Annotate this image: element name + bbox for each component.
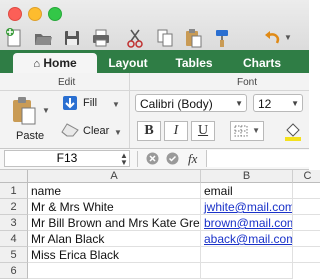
font-group-label: Font bbox=[237, 77, 258, 88]
row-header[interactable]: 4 bbox=[0, 231, 28, 247]
cell-a2[interactable]: Mr & Mrs White bbox=[28, 199, 201, 215]
name-box-stepper-icon[interactable]: ▲ ▼ bbox=[120, 152, 128, 167]
name-box[interactable]: F13 bbox=[4, 150, 130, 167]
clear-button[interactable]: Clear bbox=[83, 125, 109, 137]
cell-c4[interactable] bbox=[293, 231, 320, 247]
cell-a4[interactable]: Mr Alan Black bbox=[28, 231, 201, 247]
undo-dropdown-icon[interactable]: ▼ bbox=[284, 33, 292, 42]
row-header[interactable]: 6 bbox=[0, 263, 28, 279]
group-separator bbox=[129, 73, 130, 148]
fx-icon[interactable]: fx bbox=[188, 151, 197, 167]
tab-tables[interactable]: Tables bbox=[160, 53, 228, 73]
paste-large-icon[interactable] bbox=[10, 96, 38, 126]
confirm-formula-icon[interactable] bbox=[166, 152, 179, 165]
row-header[interactable]: 3 bbox=[0, 215, 28, 231]
row-header[interactable]: 5 bbox=[0, 247, 28, 263]
font-size-dropdown[interactable]: 12 ▼ bbox=[253, 94, 303, 112]
fill-icon[interactable] bbox=[62, 95, 78, 111]
formula-bar: F13 ▲ ▼ fx bbox=[0, 149, 310, 170]
fill-dropdown-icon[interactable]: ▼ bbox=[112, 100, 120, 109]
chevron-down-icon: ▼ bbox=[235, 99, 243, 108]
spreadsheet-grid: A B C 1 name email 2 Mr & Mrs White jwhi… bbox=[0, 170, 320, 279]
tab-layout[interactable]: Layout bbox=[100, 53, 156, 73]
chevron-down-icon: ▼ bbox=[252, 126, 260, 135]
undo-icon[interactable] bbox=[262, 27, 282, 49]
italic-button[interactable]: I bbox=[164, 121, 188, 141]
cell-b4-link[interactable]: aback@mail.com bbox=[201, 231, 293, 247]
zoom-window-button[interactable] bbox=[48, 7, 62, 21]
paste-arrow-icon[interactable]: ▼ bbox=[42, 106, 50, 115]
cell-c1[interactable] bbox=[293, 183, 320, 199]
cell-c5[interactable] bbox=[293, 247, 320, 263]
cut-icon[interactable] bbox=[125, 27, 145, 49]
fill-button[interactable]: Fill bbox=[83, 97, 97, 109]
minimize-window-button[interactable] bbox=[28, 7, 42, 21]
row-header[interactable]: 1 bbox=[0, 183, 28, 199]
column-header-a[interactable]: A bbox=[28, 170, 201, 183]
cell-b1[interactable]: email bbox=[201, 183, 293, 199]
eraser-icon[interactable] bbox=[61, 123, 79, 137]
cell-b3-link[interactable]: brown@mail.com bbox=[201, 215, 293, 231]
select-all-corner[interactable] bbox=[0, 170, 28, 183]
clear-dropdown-icon[interactable]: ▼ bbox=[114, 128, 122, 137]
copy-icon[interactable] bbox=[155, 27, 175, 49]
fill-color-icon[interactable] bbox=[283, 120, 303, 142]
tab-home[interactable]: ⌂ Home bbox=[13, 53, 97, 73]
cancel-formula-icon[interactable] bbox=[146, 152, 159, 165]
edit-group-label: Edit bbox=[58, 77, 76, 88]
column-header-b[interactable]: B bbox=[201, 170, 293, 183]
open-icon[interactable] bbox=[33, 27, 53, 49]
close-window-button[interactable] bbox=[8, 7, 22, 21]
save-icon[interactable] bbox=[62, 27, 82, 49]
home-icon: ⌂ bbox=[33, 58, 40, 70]
cell-c2[interactable] bbox=[293, 199, 320, 215]
borders-icon bbox=[234, 125, 248, 137]
paste-icon[interactable] bbox=[183, 27, 203, 49]
group-divider bbox=[0, 90, 309, 91]
ribbon-tab-bar: ⌂ Home Layout Tables Charts bbox=[0, 50, 309, 73]
cell-a3[interactable]: Mr Bill Brown and Mrs Kate Green bbox=[28, 215, 201, 231]
borders-dropdown[interactable]: ▼ bbox=[230, 121, 264, 141]
format-painter-icon[interactable] bbox=[212, 27, 232, 49]
formula-input[interactable] bbox=[206, 150, 310, 167]
row-header[interactable]: 2 bbox=[0, 199, 28, 215]
font-name-dropdown[interactable]: Calibri (Body) ▼ bbox=[135, 94, 247, 112]
cell-a5[interactable]: Miss Erica Black bbox=[28, 247, 201, 263]
formula-divider bbox=[137, 151, 138, 167]
tab-charts[interactable]: Charts bbox=[232, 53, 292, 73]
cell-c3[interactable] bbox=[293, 215, 320, 231]
paste-button[interactable]: Paste bbox=[16, 130, 44, 142]
cell-a1[interactable]: name bbox=[28, 183, 201, 199]
chevron-down-icon: ▼ bbox=[291, 99, 299, 108]
cell-b6[interactable] bbox=[201, 263, 293, 279]
bold-button[interactable]: B bbox=[137, 121, 161, 141]
cell-a6[interactable] bbox=[28, 263, 201, 279]
column-header-c[interactable]: C bbox=[293, 170, 320, 183]
print-icon[interactable] bbox=[91, 27, 111, 49]
cell-b2-link[interactable]: jwhite@mail.com bbox=[201, 199, 293, 215]
new-icon[interactable] bbox=[4, 27, 24, 49]
cell-b5[interactable] bbox=[201, 247, 293, 263]
underline-button[interactable]: U bbox=[191, 121, 215, 141]
